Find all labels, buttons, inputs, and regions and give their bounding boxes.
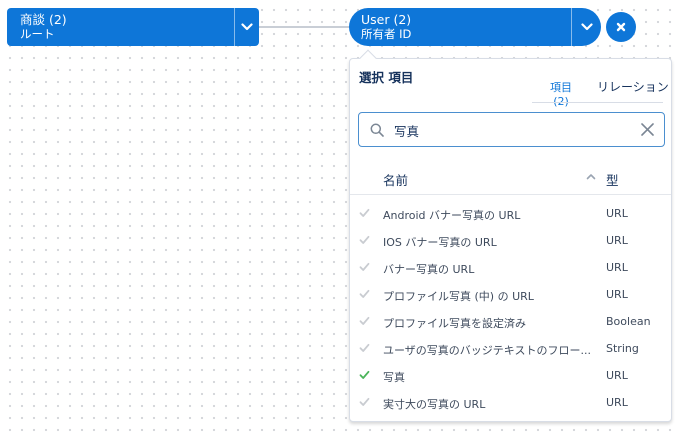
field-type: URL (606, 288, 628, 301)
search-input[interactable]: 写真 (394, 121, 419, 140)
chevron-down-icon (241, 23, 253, 31)
field-name: IOS バナー写真の URL (383, 236, 497, 249)
node-connector (259, 26, 349, 28)
root-node-subtitle: ルート (20, 27, 55, 41)
field-type: URL (606, 234, 628, 247)
checkmark-icon[interactable] (359, 343, 370, 353)
field-name: ユーザの写真のバッジテキストのフロー... (383, 344, 591, 357)
field-name: Android バナー写真の URL (383, 209, 521, 222)
field-row[interactable]: ユーザの写真のバッジテキストのフロー... String (350, 336, 671, 363)
tabs-divider (532, 102, 663, 103)
user-node-subtitle: 所有者 ID (361, 27, 412, 41)
search-icon (370, 123, 384, 137)
field-name: 実寸大の写真の URL (383, 398, 486, 411)
field-type: URL (606, 396, 628, 409)
field-type: String (606, 342, 639, 355)
field-row[interactable]: プロファイル写真 (中) の URL URL (350, 282, 671, 309)
close-icon (616, 22, 626, 32)
panel-title: 選択 項目 (359, 70, 414, 85)
column-header-name[interactable]: 名前 (383, 170, 408, 189)
user-node-title: User (2) (361, 12, 412, 27)
chevron-down-icon (580, 23, 593, 31)
checkmark-icon[interactable] (359, 370, 370, 380)
field-name: バナー写真の URL (383, 263, 475, 276)
field-type: Boolean (606, 315, 651, 328)
field-row[interactable]: 写真 URL (350, 363, 671, 390)
search-field[interactable]: 写真 (358, 112, 665, 147)
root-node-menu-button[interactable] (235, 8, 259, 46)
user-node-menu-button[interactable] (572, 8, 601, 46)
checkmark-icon[interactable] (359, 235, 370, 245)
checkmark-icon[interactable] (359, 289, 370, 299)
root-node[interactable]: 商談 (2) ルート (7, 8, 259, 46)
field-type: URL (606, 261, 628, 274)
checkmark-icon[interactable] (359, 208, 370, 218)
remove-node-button[interactable] (606, 12, 636, 42)
field-name: プロファイル写真 (中) の URL (383, 290, 534, 303)
field-row[interactable]: 実寸大の写真の URL URL (350, 390, 671, 417)
tab-relations[interactable]: リレーション (597, 78, 669, 103)
field-row[interactable]: IOS バナー写真の URL URL (350, 228, 671, 255)
field-row[interactable]: Android バナー写真の URL URL (350, 201, 671, 228)
field-name: プロファイル写真を設定済み (383, 317, 526, 330)
checkmark-icon[interactable] (359, 262, 370, 272)
column-header-type[interactable]: 型 (606, 170, 619, 189)
field-row[interactable]: バナー写真の URL URL (350, 255, 671, 282)
field-name: 写真 (383, 371, 405, 384)
field-picker-panel: 選択 項目 項目 (2) リレーション 写真 名前 型 Android バナー写… (349, 58, 672, 422)
root-node-title: 商談 (2) (20, 12, 67, 27)
field-type: URL (606, 207, 628, 220)
checkmark-icon[interactable] (359, 397, 370, 407)
checkmark-icon[interactable] (359, 316, 370, 326)
clear-icon[interactable] (641, 123, 654, 136)
sort-up-icon[interactable] (586, 173, 596, 180)
field-type: URL (606, 369, 628, 382)
field-row[interactable]: プロファイル写真を設定済み Boolean (350, 309, 671, 336)
header-divider (350, 194, 671, 195)
user-node[interactable]: User (2) 所有者 ID (349, 8, 601, 46)
